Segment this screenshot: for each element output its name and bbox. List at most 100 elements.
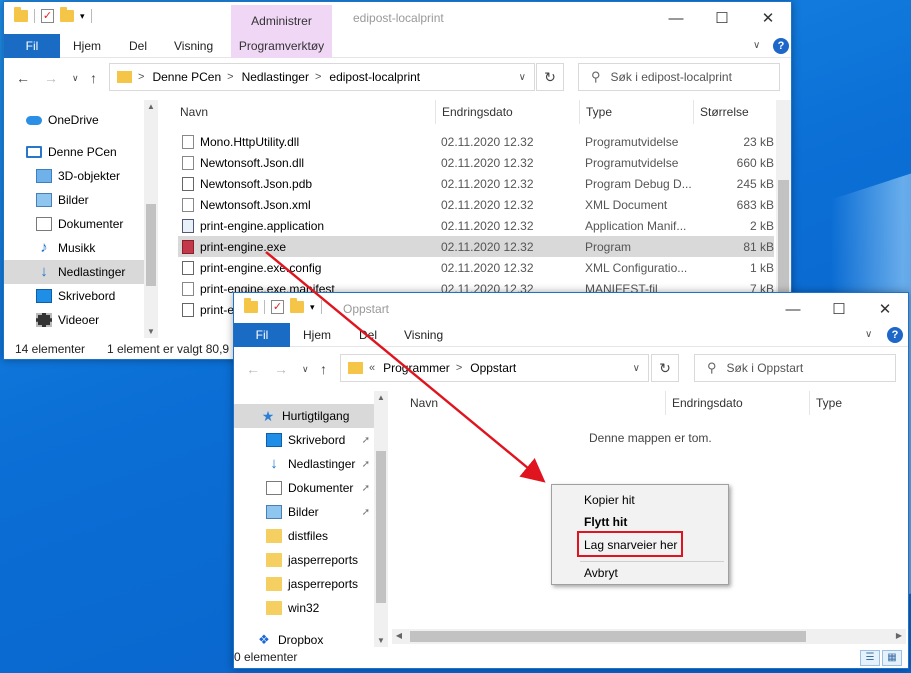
scroll-down-icon[interactable]: ▼ [144, 327, 158, 336]
nav-musikk[interactable]: ♪ Musikk [4, 236, 160, 260]
chevron-down-icon[interactable]: ∨ [633, 363, 640, 374]
up-arrow-icon[interactable]: ↑ [320, 361, 327, 377]
breadcrumb-denne-pcen[interactable]: Denne PCen [152, 70, 221, 84]
nav-3d-objekter[interactable]: 3D-objekter [4, 164, 160, 188]
nav-scrollbar[interactable]: ▲ ▼ [374, 391, 388, 647]
table-row[interactable]: Mono.HttpUtility.dll 02.11.2020 12.32 Pr… [178, 131, 774, 152]
chevron-down-icon[interactable]: ∨ [519, 72, 526, 83]
nav-distfiles[interactable]: distfiles [234, 524, 390, 548]
recent-dropdown-icon[interactable]: ∨ [302, 364, 309, 375]
column-type[interactable]: Type [580, 100, 694, 124]
refresh-icon[interactable]: ↻ [651, 354, 679, 382]
horizontal-scrollbar[interactable]: ◀ ▶ [392, 629, 906, 644]
breadcrumb-overflow[interactable]: « [369, 362, 375, 374]
nav-dokumenter[interactable]: Dokumenter [4, 212, 160, 236]
nav-jasperreports[interactable]: jasperreports [234, 548, 390, 572]
table-row[interactable]: Newtonsoft.Json.pdb 02.11.2020 12.32 Pro… [178, 173, 774, 194]
table-row-selected[interactable]: print-engine.exe 02.11.2020 12.32 Progra… [178, 236, 774, 257]
close-icon[interactable]: ✕ [745, 2, 791, 34]
table-row[interactable]: Newtonsoft.Json.dll 02.11.2020 12.32 Pro… [178, 152, 774, 173]
details-view-icon[interactable]: ☰ [860, 650, 880, 666]
tab-hjem[interactable]: Hjem [303, 323, 331, 347]
address-bar[interactable]: > Denne PCen > Nedlastinger > edipost-lo… [109, 63, 535, 91]
maximize-icon[interactable]: ☐ [699, 2, 745, 34]
nav-dokumenter[interactable]: Dokumenter ➚ [234, 476, 376, 500]
column-storrelse[interactable]: Størrelse [694, 100, 776, 124]
folder-icon[interactable] [14, 7, 28, 22]
toolbar-dropdown-icon[interactable]: ▾ [310, 302, 315, 313]
help-icon[interactable]: ? [887, 327, 903, 343]
nav-nedlastinger[interactable]: ↓ Nedlastinger ➚ [234, 452, 376, 476]
address-bar[interactable]: « Programmer > Oppstart ∨ [340, 354, 649, 382]
nav-jasperreports-2[interactable]: jasperreports [234, 572, 390, 596]
tab-visning[interactable]: Visning [404, 323, 443, 347]
scroll-thumb[interactable] [146, 204, 156, 286]
back-arrow-icon[interactable]: ← [16, 70, 30, 86]
chevron-down-icon[interactable]: ∨ [753, 40, 760, 51]
column-endringsdato[interactable]: Endringsdato [666, 391, 810, 415]
nav-nedlastinger[interactable]: ↓ Nedlastinger [4, 260, 146, 284]
scroll-down-icon[interactable]: ▼ [374, 636, 388, 645]
scroll-left-icon[interactable]: ◀ [394, 631, 404, 640]
back-arrow-icon[interactable]: ← [246, 361, 260, 377]
pin-icon[interactable]: ➚ [362, 483, 370, 494]
tab-visning[interactable]: Visning [174, 34, 213, 58]
search-input[interactable]: ⚲ Søk i Oppstart [694, 354, 896, 382]
toolbar-dropdown-icon[interactable]: ▾ [80, 11, 85, 22]
nav-bilder[interactable]: Bilder ➚ [234, 500, 376, 524]
menu-item-avbryt[interactable]: Avbryt [584, 566, 618, 580]
table-row[interactable]: print-engine.application 02.11.2020 12.3… [178, 215, 774, 236]
forward-arrow-icon[interactable]: → [44, 70, 58, 86]
folder-icon[interactable] [244, 298, 258, 313]
nav-hurtigtilgang[interactable]: ★ Hurtigtilgang [234, 404, 376, 428]
nav-skrivebord[interactable]: Skrivebord ➚ [234, 428, 376, 452]
column-type[interactable]: Type [810, 391, 900, 415]
breadcrumb-edipost[interactable]: edipost-localprint [329, 70, 420, 84]
pin-icon[interactable]: ➚ [362, 435, 370, 446]
menu-item-kopier-hit[interactable]: Kopier hit [584, 493, 635, 507]
new-folder-icon[interactable] [290, 298, 304, 313]
chevron-down-icon[interactable]: ∨ [865, 329, 872, 340]
nav-onedrive[interactable]: OneDrive [4, 108, 160, 132]
column-navn[interactable]: Navn [174, 100, 436, 124]
tab-del[interactable]: Del [359, 323, 377, 347]
scroll-thumb[interactable] [410, 631, 806, 642]
tab-programverktoy[interactable]: Programverktøy [231, 34, 332, 58]
breadcrumb-programmer[interactable]: Programmer [383, 361, 450, 375]
maximize-icon[interactable]: ☐ [816, 293, 862, 325]
new-folder-icon[interactable] [60, 7, 74, 22]
nav-videoer[interactable]: Videoer [4, 308, 160, 332]
recent-dropdown-icon[interactable]: ∨ [72, 73, 79, 84]
breadcrumb-nedlastinger[interactable]: Nedlastinger [242, 70, 309, 84]
table-row[interactable]: print-e [178, 299, 234, 320]
scroll-up-icon[interactable]: ▲ [374, 393, 388, 402]
tab-fil[interactable]: Fil [234, 323, 290, 347]
pin-icon[interactable]: ➚ [362, 459, 370, 470]
tab-del[interactable]: Del [129, 34, 147, 58]
minimize-icon[interactable]: — [770, 293, 816, 325]
nav-dropbox[interactable]: ❖ Dropbox [234, 628, 390, 649]
nav-bilder[interactable]: Bilder [4, 188, 160, 212]
table-row[interactable]: Newtonsoft.Json.xml 02.11.2020 12.32 XML… [178, 194, 774, 215]
scroll-thumb[interactable] [376, 451, 386, 603]
properties-icon[interactable]: ✓ [41, 9, 54, 23]
menu-item-flytt-hit[interactable]: Flytt hit [584, 515, 627, 529]
column-navn[interactable]: Navn [404, 391, 666, 415]
up-arrow-icon[interactable]: ↑ [90, 70, 97, 86]
column-endringsdato[interactable]: Endringsdato [436, 100, 580, 124]
tab-hjem[interactable]: Hjem [73, 34, 101, 58]
minimize-icon[interactable]: — [653, 2, 699, 34]
properties-icon[interactable]: ✓ [271, 300, 284, 314]
close-icon[interactable]: ✕ [862, 293, 908, 325]
scroll-right-icon[interactable]: ▶ [894, 631, 904, 640]
table-row[interactable]: print-engine.exe.config 02.11.2020 12.32… [178, 257, 774, 278]
nav-scrollbar[interactable]: ▲ ▼ [144, 100, 158, 338]
search-input[interactable]: ⚲ Søk i edipost-localprint [578, 63, 780, 91]
large-icons-view-icon[interactable]: ▦ [882, 650, 902, 666]
nav-win32[interactable]: win32 [234, 596, 390, 620]
tab-fil[interactable]: Fil [4, 34, 60, 58]
refresh-icon[interactable]: ↻ [536, 63, 564, 91]
breadcrumb-oppstart[interactable]: Oppstart [470, 361, 516, 375]
forward-arrow-icon[interactable]: → [274, 361, 288, 377]
pin-icon[interactable]: ➚ [362, 507, 370, 518]
